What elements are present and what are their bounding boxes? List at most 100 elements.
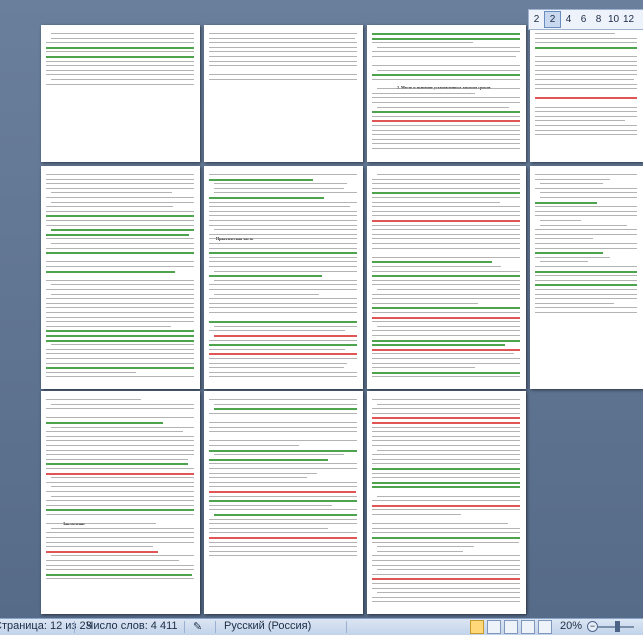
text-line — [209, 330, 345, 332]
document-page[interactable] — [530, 166, 643, 389]
document-page[interactable] — [41, 25, 200, 162]
text-line — [372, 514, 461, 515]
text-line — [372, 210, 520, 212]
text-line — [209, 51, 357, 53]
text-line — [209, 504, 332, 506]
text-line — [209, 367, 344, 369]
zoom-slider-knob[interactable] — [615, 621, 620, 632]
text-line — [372, 201, 500, 203]
text-line — [535, 60, 637, 62]
document-page[interactable] — [204, 25, 363, 162]
text-line — [46, 376, 194, 378]
page-navigator[interactable]: 2 2 4 6 8 10 12 — [528, 9, 643, 30]
text-line — [209, 486, 357, 488]
document-page[interactable] — [204, 391, 363, 614]
text-line — [535, 115, 637, 117]
document-page[interactable] — [367, 391, 526, 614]
web-layout-view-icon[interactable] — [504, 620, 518, 634]
text-line — [46, 316, 194, 318]
text-line — [377, 550, 463, 552]
text-line — [535, 65, 637, 67]
page-nav-item[interactable]: 2 — [544, 11, 561, 28]
text-line — [535, 289, 637, 290]
text-line — [372, 527, 520, 529]
document-page[interactable]: Практическая часть — [204, 166, 363, 389]
text-line — [372, 578, 520, 581]
text-line — [46, 252, 194, 255]
text-line — [46, 435, 194, 437]
word-count[interactable]: Число слов: 4 411 — [86, 620, 178, 632]
text-line — [372, 293, 520, 295]
page-nav-item[interactable]: 8 — [591, 14, 606, 25]
text-line — [51, 527, 194, 529]
text-line — [372, 233, 520, 235]
text-line — [372, 111, 520, 114]
page-nav-item[interactable]: 6 — [576, 14, 591, 25]
language-indicator[interactable]: Русский (Россия) — [224, 620, 311, 632]
text-line — [51, 486, 194, 488]
text-line — [372, 243, 520, 244]
page-nav-item[interactable]: 10 — [606, 14, 621, 25]
text-line — [46, 233, 189, 236]
text-line — [372, 330, 520, 332]
text-line — [372, 587, 520, 589]
text-line — [209, 358, 357, 359]
text-line — [372, 261, 492, 264]
text-line — [209, 518, 357, 520]
text-line — [209, 247, 357, 249]
text-line — [46, 550, 158, 553]
document-page[interactable] — [530, 25, 643, 162]
text-line — [46, 187, 194, 189]
text-line — [372, 353, 514, 355]
text-line — [372, 412, 520, 414]
document-canvas[interactable]: 2. Место и значение установленных законо… — [0, 0, 643, 618]
text-line — [209, 174, 357, 175]
text-line — [46, 279, 194, 281]
document-page[interactable] — [41, 166, 200, 389]
page-nav-item[interactable]: 2 — [529, 14, 544, 25]
text-line — [214, 335, 357, 337]
text-line — [46, 408, 194, 410]
zoom-out-icon[interactable]: − — [587, 621, 598, 632]
text-line — [46, 69, 194, 71]
page-nav-item[interactable]: 4 — [561, 14, 576, 25]
page-info[interactable]: Страница: 12 из 23 — [0, 620, 92, 632]
text-line — [51, 243, 194, 244]
text-line — [372, 37, 520, 40]
text-line — [372, 463, 520, 465]
text-line — [535, 178, 610, 180]
text-line — [372, 426, 520, 428]
text-line — [209, 541, 357, 543]
text-line — [209, 233, 357, 235]
document-page[interactable] — [367, 166, 526, 389]
outline-view-icon[interactable] — [521, 620, 535, 634]
full-screen-reading-view-icon[interactable] — [487, 620, 501, 634]
text-line — [51, 403, 194, 405]
text-line — [209, 555, 357, 557]
text-line — [209, 56, 357, 57]
text-line — [372, 178, 520, 180]
text-line — [46, 60, 194, 62]
text-line — [372, 348, 520, 351]
document-page[interactable]: Заключение — [41, 391, 200, 614]
zoom-level[interactable]: 20% — [560, 620, 582, 632]
print-layout-view-icon[interactable] — [470, 620, 484, 634]
text-line — [372, 445, 520, 446]
text-line — [372, 422, 520, 424]
text-line — [372, 560, 520, 561]
page-nav-item[interactable]: 12 — [621, 14, 636, 25]
text-line — [372, 408, 520, 410]
text-line — [377, 289, 520, 290]
text-line — [372, 183, 520, 185]
draft-view-icon[interactable] — [538, 620, 552, 634]
spellcheck-icon[interactable]: ✎ — [193, 620, 202, 633]
text-line — [372, 376, 520, 378]
text-line — [377, 106, 509, 108]
text-line — [209, 197, 324, 199]
text-line — [377, 46, 520, 48]
text-line — [535, 106, 637, 108]
text-line — [209, 37, 355, 39]
document-page[interactable]: 2. Место и значение установленных законо… — [367, 25, 526, 162]
text-line — [540, 192, 637, 194]
text-line — [51, 37, 194, 39]
